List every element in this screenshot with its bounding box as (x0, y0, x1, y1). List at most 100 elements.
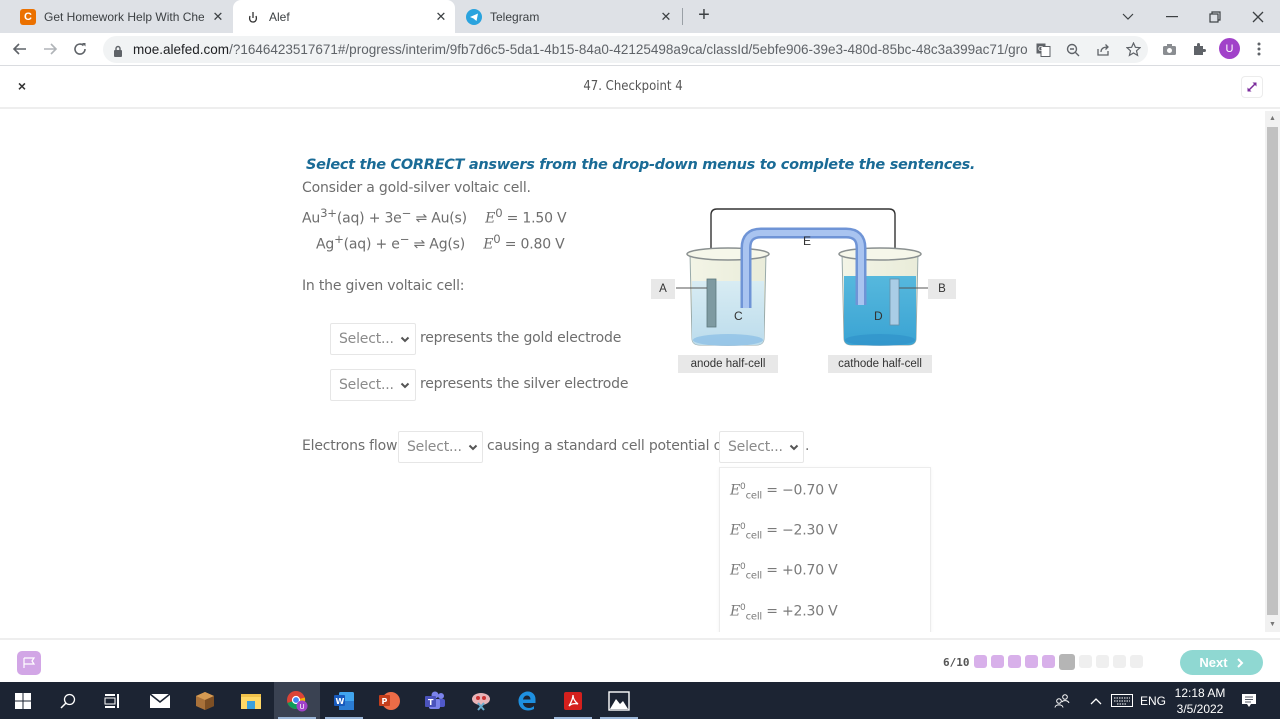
dropdown-option[interactable]: E0cell = −0.70 V (730, 482, 838, 501)
voltaic-cell-diagram: A B C D E anode half-cell cathode half-c… (648, 193, 960, 373)
photos-app[interactable] (596, 682, 642, 719)
chrome-icon: U (287, 690, 308, 711)
camera-extension-icon[interactable] (1158, 38, 1180, 60)
show-hidden-icons-button[interactable] (1086, 682, 1106, 719)
mail-app[interactable] (137, 682, 183, 719)
chevron-down-icon (400, 334, 410, 344)
dropdown-option[interactable]: E0cell = −2.30 V (730, 522, 838, 541)
chrome-app[interactable]: U (274, 682, 320, 719)
chegg-icon: C (20, 8, 36, 25)
tab-chegg[interactable]: C Get Homework Help With Chegg ✕ (12, 0, 232, 33)
dropdown-option[interactable]: E0cell = +2.30 V (730, 603, 838, 622)
scrollbar-thumb[interactable] (1267, 127, 1278, 615)
clock-time: 12:18 AM (1174, 686, 1226, 700)
standard-sup: 0 (493, 232, 501, 246)
gold-electrode-select[interactable]: Select... (330, 323, 416, 355)
charge: 3+ (320, 206, 337, 220)
silver-electrode-select[interactable]: Select... (330, 369, 416, 401)
question-content: Select the CORRECT answers from the drop… (0, 111, 1265, 632)
progress-dot[interactable] (1025, 655, 1038, 668)
reactants: (aq) + 3e (336, 210, 402, 227)
touch-keyboard-button[interactable] (1108, 682, 1136, 719)
potential-symbol: E (483, 236, 494, 253)
language-indicator[interactable]: ENG (1139, 682, 1167, 719)
products: ⇌ Ag(s) (409, 236, 466, 253)
electron-flow-select[interactable]: Select... (398, 431, 483, 463)
progress-dot[interactable] (1059, 653, 1075, 670)
acrobat-app[interactable] (550, 682, 596, 719)
progress-dot[interactable] (1079, 655, 1092, 668)
option-value: = −0.70 V (761, 482, 838, 499)
cathode-caption: cathode half-cell (828, 355, 932, 373)
word-app[interactable]: W (321, 682, 367, 719)
chrome-menu-icon[interactable] (1248, 38, 1270, 60)
option-sub: cell (745, 611, 763, 623)
dropdown-option[interactable]: E0cell = +0.70 V (730, 562, 838, 581)
scroll-down-arrow-icon[interactable]: ▼ (1265, 617, 1280, 632)
reload-button[interactable] (68, 37, 92, 61)
close-icon (1252, 11, 1264, 22)
file-explorer-app[interactable] (228, 682, 274, 719)
chevron-down-icon (468, 442, 478, 452)
cell-potential-select[interactable]: Select... (719, 431, 804, 463)
progress-dots (974, 653, 1147, 670)
url-path: /?1646423517671#/progress/interim/9fb7d6… (229, 42, 1028, 57)
tab-search-button[interactable] (1106, 0, 1150, 33)
flag-question-button[interactable] (17, 651, 41, 675)
cathode-electrode (889, 278, 900, 326)
people-button[interactable] (1050, 682, 1074, 719)
teams-app[interactable]: T (412, 682, 458, 719)
scroll-up-arrow-icon[interactable]: ▲ (1265, 111, 1280, 126)
progress-dot[interactable] (974, 655, 987, 668)
address-bar[interactable]: moe.alefed.com/?1646423517671#/progress/… (103, 36, 1148, 63)
url-text[interactable]: moe.alefed.com/?1646423517671#/progress/… (133, 42, 1028, 57)
gold-electrode-text: represents the gold electrode (420, 330, 622, 346)
powerpoint-app[interactable]: P (366, 682, 412, 719)
extensions-puzzle-icon[interactable] (1188, 38, 1210, 60)
progress-dot[interactable] (1008, 655, 1021, 668)
edge-app[interactable] (504, 682, 550, 719)
share-icon[interactable] (1088, 38, 1118, 62)
content-scrollbar[interactable]: ▲ ▼ (1265, 111, 1280, 632)
progress-counter: 6/10 (943, 656, 970, 669)
potential-value: = 0.80 V (500, 236, 565, 253)
forward-button[interactable] (38, 37, 62, 61)
new-tab-button[interactable]: + (692, 4, 716, 28)
minecraft-app[interactable] (182, 682, 228, 719)
potential-value: = 1.50 V (502, 210, 567, 227)
progress-dot[interactable] (1113, 655, 1126, 668)
translate-icon[interactable]: G (1028, 38, 1058, 62)
minimize-button[interactable] (1150, 0, 1194, 33)
zoom-icon[interactable] (1058, 38, 1088, 62)
close-tab-icon[interactable]: ✕ (658, 9, 674, 25)
task-view-button[interactable] (89, 682, 135, 719)
notifications-button[interactable] (1236, 682, 1262, 719)
close-tab-icon[interactable]: ✕ (433, 9, 449, 25)
powerpoint-icon: P (379, 691, 400, 710)
snipping-tool-app[interactable] (458, 682, 504, 719)
restore-button[interactable] (1193, 0, 1237, 33)
close-tab-icon[interactable]: ✕ (210, 9, 226, 25)
progress-dot[interactable] (1096, 655, 1109, 668)
profile-avatar[interactable]: U (1219, 38, 1240, 59)
keyboard-icon (1111, 694, 1133, 707)
back-button[interactable] (8, 37, 32, 61)
progress-dot[interactable] (1130, 655, 1143, 668)
fullscreen-button[interactable] (1241, 76, 1263, 98)
photos-icon (608, 690, 630, 711)
system-clock[interactable]: 12:18 AM 3/5/2022 (1170, 685, 1230, 717)
reactants: (aq) + e (343, 236, 400, 253)
search-button[interactable] (45, 682, 91, 719)
next-button[interactable]: Next (1180, 650, 1263, 675)
tab-alef[interactable]: Alef ✕ (233, 0, 455, 33)
bookmark-star-icon[interactable] (1118, 38, 1148, 62)
tab-telegram[interactable]: Telegram ✕ (458, 0, 680, 33)
electron-charge: − (399, 232, 410, 246)
start-button[interactable] (0, 682, 46, 719)
chevron-down-icon (1122, 13, 1134, 20)
tab-title: Telegram (490, 9, 540, 24)
activity-footer: 6/10 Next (0, 638, 1280, 682)
close-window-button[interactable] (1236, 0, 1280, 33)
progress-dot[interactable] (1042, 655, 1055, 668)
progress-dot[interactable] (991, 655, 1004, 668)
